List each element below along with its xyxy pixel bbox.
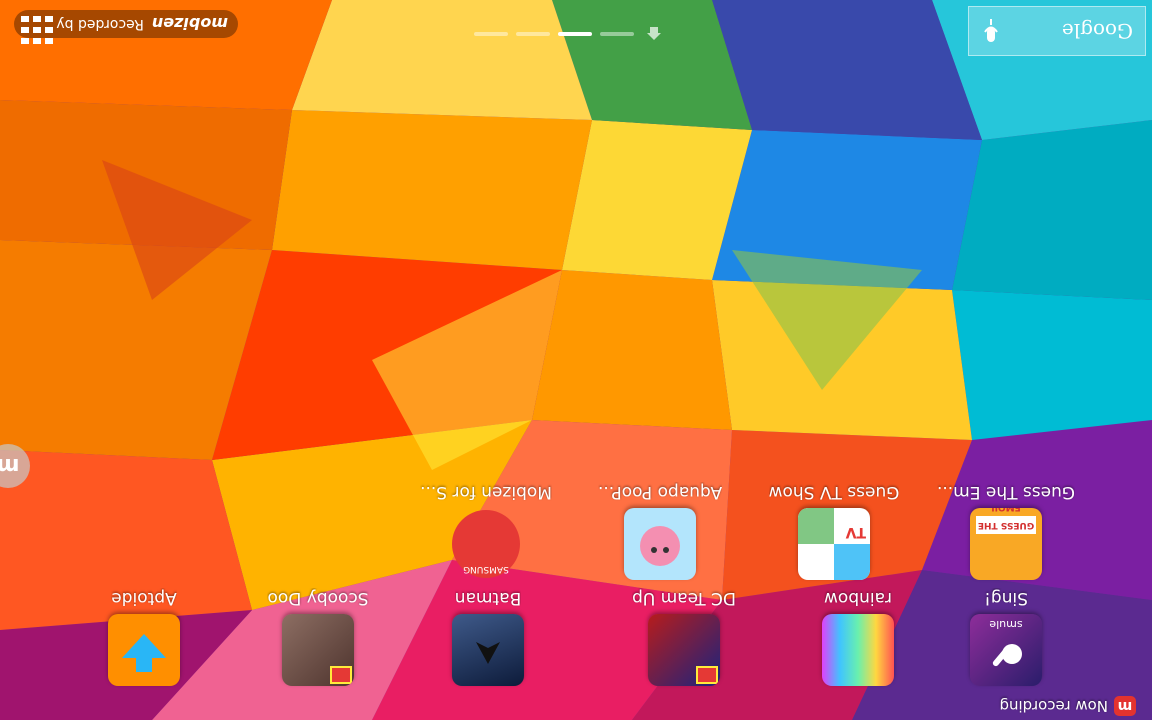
- google-label: Google: [1061, 19, 1133, 43]
- watermark-brand: mobizen: [151, 14, 228, 34]
- lego-dc-icon: [648, 614, 720, 686]
- app-label: Scooby Doo: [267, 588, 369, 608]
- google-search-bar[interactable]: Google: [968, 6, 1146, 56]
- page-dot[interactable]: [474, 32, 508, 36]
- lego-scooby-icon: [282, 614, 354, 686]
- page-dot[interactable]: [516, 32, 550, 36]
- page-dot[interactable]: [600, 32, 634, 36]
- app-drawer-icon[interactable]: [11, 12, 55, 48]
- guess-emoji-banner: GUESS THE EMOJI: [976, 508, 1036, 534]
- mobizen-status-icon: m: [1114, 696, 1136, 716]
- rainbow-keyboard-icon: [822, 614, 894, 686]
- app-batman[interactable]: Batman: [418, 588, 558, 686]
- app-aptoide[interactable]: Aptoide: [74, 588, 214, 686]
- app-aquapo-poop[interactable]: Aquapo PooP...: [590, 482, 730, 580]
- recording-text: Now recording: [999, 697, 1108, 715]
- app-guess-the-emoji[interactable]: GUESS THE EMOJI Guess The Em...: [936, 482, 1076, 580]
- mobizen-samsung-label: SAMSUNG: [463, 564, 509, 574]
- app-label: Mobizen for S...: [420, 482, 552, 502]
- status-bar: m Now recording: [0, 692, 1152, 720]
- app-mobizen[interactable]: SAMSUNG Mobizen for S...: [416, 482, 556, 580]
- app-sing[interactable]: smule Sing!: [936, 588, 1076, 686]
- guess-tv-badge: TV: [845, 524, 866, 540]
- app-label: Sing!: [984, 588, 1028, 608]
- mobizen-icon: SAMSUNG: [450, 508, 522, 580]
- batman-icon: [452, 614, 524, 686]
- app-label: Batman: [454, 588, 522, 608]
- app-label: rainbow: [824, 588, 892, 608]
- app-guess-tv-show[interactable]: TV Guess TV Show: [764, 482, 904, 580]
- watermark-text: Recorded by: [56, 16, 144, 32]
- aquapo-icon: [624, 508, 696, 580]
- page-dot-active[interactable]: [558, 32, 592, 36]
- rotated-content: m Now recording smule Sing! rainbow DC T…: [0, 0, 1152, 720]
- home-page-icon: [647, 27, 661, 40]
- app-label: DC Team Up: [632, 588, 736, 608]
- guess-tv-icon: TV: [798, 508, 870, 580]
- mic-icon[interactable]: [983, 17, 999, 43]
- home-screen: m Now recording smule Sing! rainbow DC T…: [0, 0, 1152, 720]
- bubble-label: m: [0, 454, 19, 479]
- app-label: Aptoide: [111, 588, 177, 608]
- smule-icon: smule: [970, 614, 1042, 686]
- app-scooby-doo[interactable]: Scooby Doo: [248, 588, 388, 686]
- app-label: Guess TV Show: [768, 482, 900, 502]
- app-label: Guess The Em...: [936, 482, 1076, 502]
- app-rainbow[interactable]: rainbow: [788, 588, 928, 686]
- app-label: Aquapo PooP...: [597, 482, 723, 502]
- aptoide-icon: [108, 614, 180, 686]
- page-indicator[interactable]: [462, 26, 662, 42]
- guess-emoji-icon: GUESS THE EMOJI: [970, 508, 1042, 580]
- app-dc-team-up[interactable]: DC Team Up: [614, 588, 754, 686]
- smule-wordmark: smule: [989, 618, 1023, 631]
- recording-indicator: m Now recording: [999, 696, 1136, 716]
